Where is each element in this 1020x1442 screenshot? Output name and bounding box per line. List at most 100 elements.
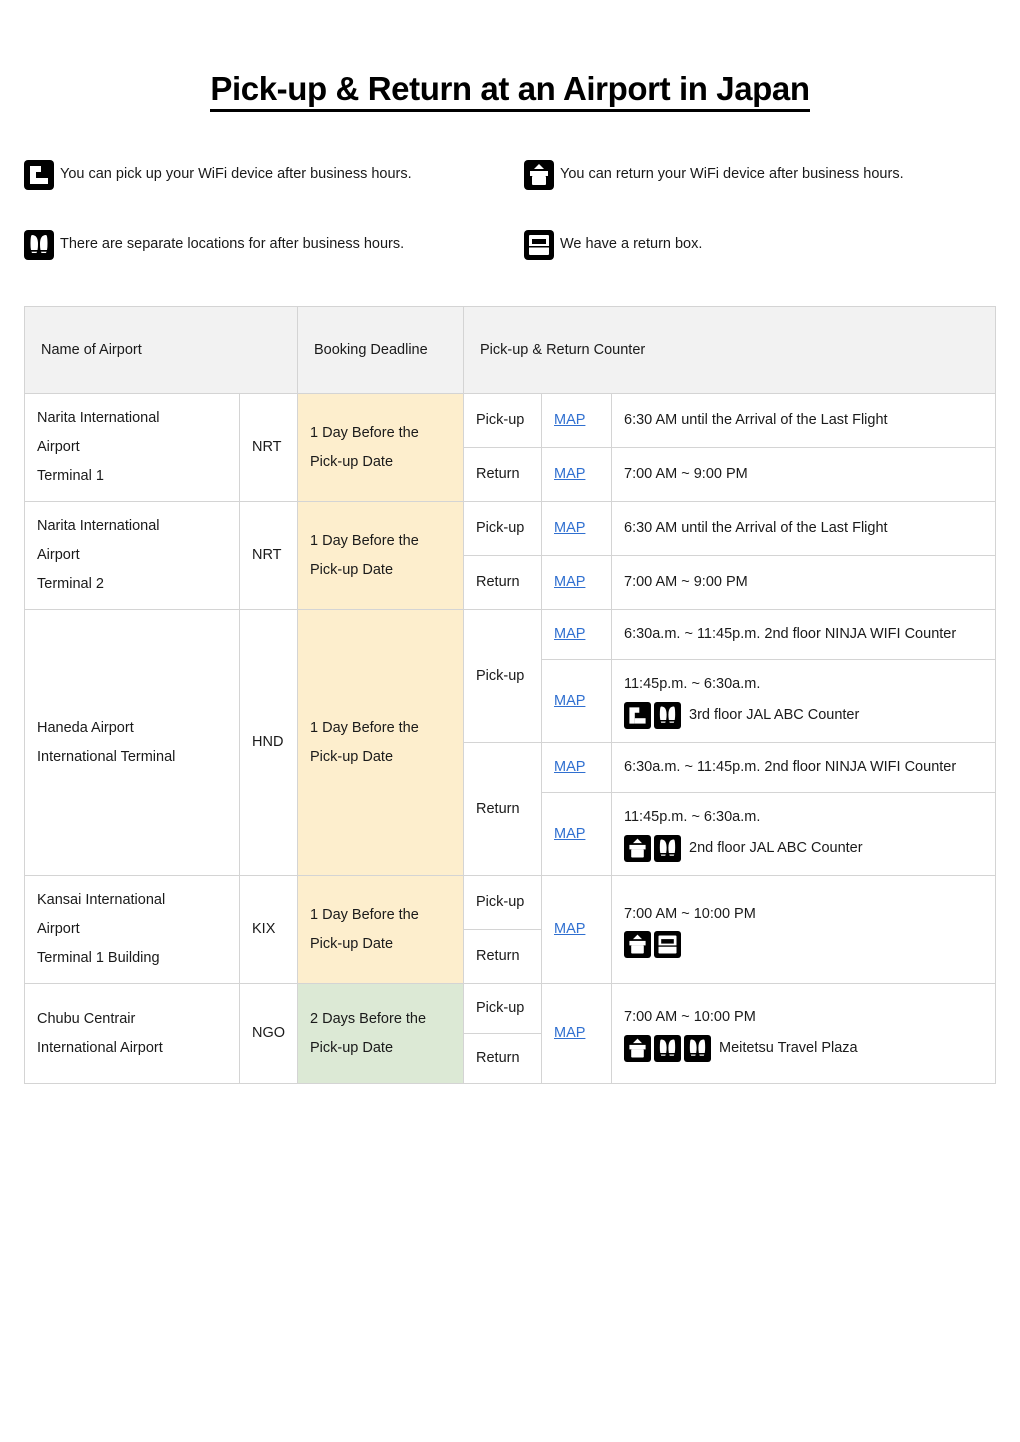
booking-deadline: 1 Day Before the Pick-up Date <box>297 609 464 876</box>
booking-deadline: 1 Day Before the Pick-up Date <box>297 393 464 502</box>
booking-deadline: 2 Days Before the Pick-up Date <box>297 983 464 1084</box>
airport-name: Haneda Airport International Terminal <box>24 609 240 876</box>
counter-hours: 6:30a.m. ~ 11:45p.m. 2nd floor NINJA WIF… <box>611 742 996 793</box>
page-title-text: Pick-up & Return at an Airport in Japan <box>210 72 810 112</box>
table-row: Kansai International Airport Terminal 1 … <box>24 875 996 984</box>
col-header-name-of-airport: Name of Airport <box>24 306 298 394</box>
table-row: Narita International Airport Terminal 2 … <box>24 501 996 610</box>
direction-label: Pick-up <box>463 501 542 556</box>
airport-code: NGO <box>239 983 298 1084</box>
airport-name: Kansai International Airport Terminal 1 … <box>24 875 240 984</box>
return-after-hours-icon <box>524 160 554 190</box>
separate-locations-icon <box>684 1034 711 1062</box>
map-link-cell[interactable]: MAP <box>541 659 612 743</box>
map-link-cell[interactable]: MAP <box>541 875 612 984</box>
booking-deadline: 1 Day Before the Pick-up Date <box>297 875 464 984</box>
counter-icon-row <box>624 930 983 958</box>
direction-label: Pick-up <box>463 609 542 743</box>
map-link[interactable]: MAP <box>554 759 585 775</box>
return-after-hours-icon <box>624 930 651 958</box>
separate-locations-icon <box>24 230 54 260</box>
counter-hours-text: 7:00 AM ~ 10:00 PM <box>624 1008 756 1025</box>
airport-name: Narita International Airport Terminal 2 <box>24 501 240 610</box>
airport-code: KIX <box>239 875 298 984</box>
counter-hours: 11:45p.m. ~ 6:30a.m. 3rd floor JAL ABC C… <box>611 659 996 743</box>
direction-label: Return <box>463 929 542 984</box>
counter-hours: 7:00 AM ~ 9:00 PM <box>611 447 996 502</box>
legend-item-label: There are separate locations for after b… <box>60 236 405 253</box>
table-body: Narita International Airport Terminal 1 … <box>24 393 996 1084</box>
map-link-cell[interactable]: MAP <box>541 792 612 876</box>
airport-code: NRT <box>239 501 298 610</box>
counter-location-label: Meitetsu Travel Plaza <box>719 1039 858 1056</box>
separate-locations-icon <box>654 1034 681 1062</box>
legend-item: We have a return box. <box>524 230 996 260</box>
airport-table-wrap: Name of Airport Booking Deadline Pick-up… <box>24 306 996 1084</box>
separate-locations-icon <box>654 702 681 729</box>
map-link-cell[interactable]: MAP <box>541 983 612 1084</box>
map-link[interactable]: MAP <box>554 412 585 428</box>
legend-item: There are separate locations for after b… <box>24 230 524 260</box>
map-link-cell[interactable]: MAP <box>541 501 612 556</box>
counter-hours: 6:30a.m. ~ 11:45p.m. 2nd floor NINJA WIF… <box>611 609 996 660</box>
direction-label: Pick-up <box>463 875 542 930</box>
counter-hours: 11:45p.m. ~ 6:30a.m. 2nd floor JAL ABC C… <box>611 792 996 876</box>
map-link[interactable]: MAP <box>554 466 585 482</box>
table-row: Narita International Airport Terminal 1 … <box>24 393 996 502</box>
counter-hours: 7:00 AM ~ 10:00 PM <box>611 875 996 984</box>
direction-label: Return <box>463 555 542 610</box>
map-link[interactable]: MAP <box>554 693 585 709</box>
legend-item-label: You can return your WiFi device after bu… <box>560 166 904 183</box>
direction-label: Pick-up <box>463 983 542 1034</box>
map-link[interactable]: MAP <box>554 921 585 937</box>
map-link-cell[interactable]: MAP <box>541 609 612 660</box>
map-link-cell[interactable]: MAP <box>541 393 612 448</box>
airport-name: Chubu Centrair International Airport <box>24 983 240 1084</box>
table-header-row: Name of Airport Booking Deadline Pick-up… <box>24 306 996 394</box>
return-box-icon <box>524 230 554 260</box>
map-link-cell[interactable]: MAP <box>541 447 612 502</box>
counter-location-label: 3rd floor JAL ABC Counter <box>689 707 860 723</box>
table-row: Chubu Centrair International Airport NGO… <box>24 983 996 1084</box>
map-link[interactable]: MAP <box>554 1025 585 1041</box>
pickup-after-hours-icon <box>624 702 651 729</box>
map-link[interactable]: MAP <box>554 626 585 642</box>
table-row: Haneda Airport International Terminal HN… <box>24 609 996 876</box>
counter-hours-text: 11:45p.m. ~ 6:30a.m. <box>624 676 761 692</box>
counter-hours: 7:00 AM ~ 10:00 PM Meitetsu Travel Plaza <box>611 983 996 1084</box>
airport-name: Narita International Airport Terminal 1 <box>24 393 240 502</box>
legend: You can pick up your WiFi device after b… <box>24 160 996 260</box>
counter-hours: 6:30 AM until the Arrival of the Last Fl… <box>611 393 996 448</box>
map-link[interactable]: MAP <box>554 826 585 842</box>
map-link[interactable]: MAP <box>554 520 585 536</box>
legend-item: You can pick up your WiFi device after b… <box>24 160 524 190</box>
return-after-hours-icon <box>624 1034 651 1062</box>
airport-table: Name of Airport Booking Deadline Pick-up… <box>24 306 996 1084</box>
counter-hours-text: 7:00 AM ~ 10:00 PM <box>624 905 756 922</box>
counter-location-label: 2nd floor JAL ABC Counter <box>689 840 863 856</box>
counter-icon-row: Meitetsu Travel Plaza <box>624 1034 983 1063</box>
counter-icon-row: 3rd floor JAL ABC Counter <box>624 701 983 730</box>
legend-item: You can return your WiFi device after bu… <box>524 160 996 190</box>
counter-icon-row: 2nd floor JAL ABC Counter <box>624 834 983 863</box>
airport-code: HND <box>239 609 298 876</box>
map-link[interactable]: MAP <box>554 574 585 590</box>
legend-item-label: You can pick up your WiFi device after b… <box>60 166 412 183</box>
map-link-cell[interactable]: MAP <box>541 555 612 610</box>
col-header-counter: Pick-up & Return Counter <box>463 306 996 394</box>
legend-item-label: We have a return box. <box>560 236 703 253</box>
separate-locations-icon <box>654 835 681 862</box>
booking-deadline: 1 Day Before the Pick-up Date <box>297 501 464 610</box>
return-box-icon <box>654 930 681 958</box>
airport-code: NRT <box>239 393 298 502</box>
direction-label: Return <box>463 742 542 876</box>
counter-hours-text: 11:45p.m. ~ 6:30a.m. <box>624 809 761 825</box>
direction-label: Return <box>463 447 542 502</box>
return-after-hours-icon <box>624 835 651 862</box>
direction-label: Pick-up <box>463 393 542 448</box>
map-link-cell[interactable]: MAP <box>541 742 612 793</box>
direction-label: Return <box>463 1033 542 1084</box>
pickup-after-hours-icon <box>24 160 54 190</box>
page-title: Pick-up & Return at an Airport in Japan <box>0 0 1020 112</box>
col-header-booking-deadline: Booking Deadline <box>297 306 464 394</box>
